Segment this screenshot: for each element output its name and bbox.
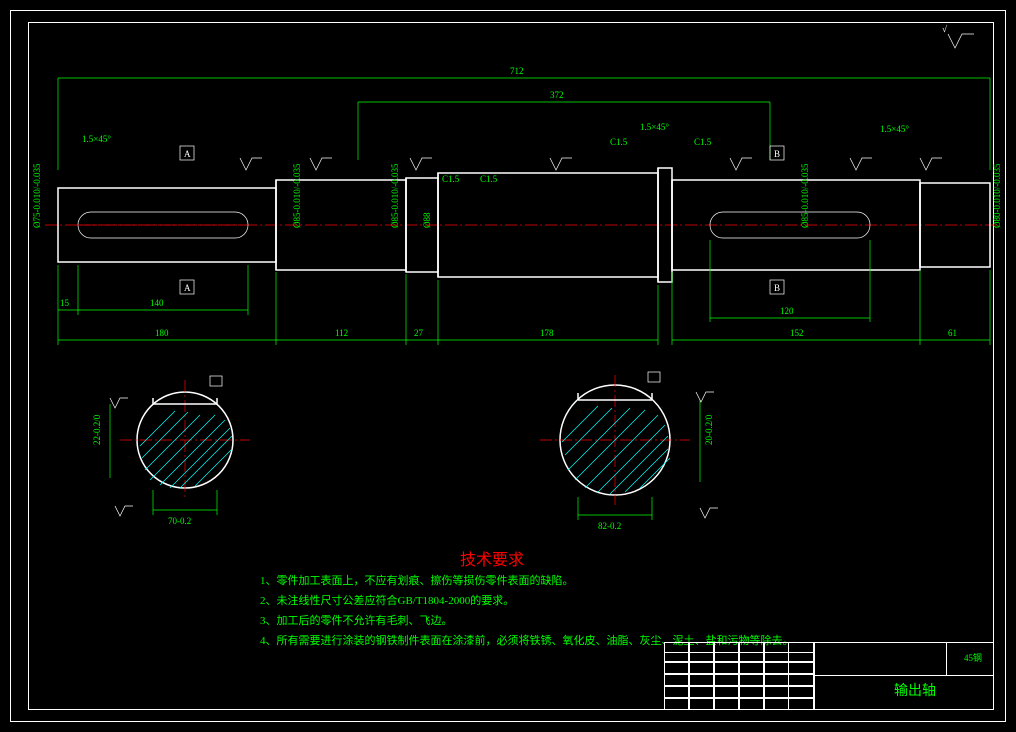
dia-d1: Ø75-0.010/-0.035 <box>32 163 42 228</box>
dim-overall: 712 <box>58 66 990 170</box>
svg-text:152: 152 <box>790 328 804 338</box>
svg-text:A: A <box>184 149 191 159</box>
svg-text:180: 180 <box>155 328 169 338</box>
bottom-dims: 180 140 15 112 27 178 152 120 61 <box>58 240 990 345</box>
datum-a: A A <box>180 146 194 294</box>
surface-marks-top <box>240 158 942 170</box>
tech-req-3: 3、加工后的零件不允许有毛刺、飞边。 <box>260 612 453 628</box>
svg-text:61: 61 <box>948 328 957 338</box>
svg-text:√: √ <box>942 24 947 34</box>
section-a: 70-0.2 22-0.2/0 <box>92 376 250 526</box>
c15-2: C1.5 <box>480 174 498 184</box>
dia-d6: Ø80-0.010/-0.035 <box>992 163 1002 228</box>
dia-d3: Ø85-0.010/-0.035 <box>390 163 400 228</box>
cad-canvas: 712 372 1.5×45° 1.5×45° 1.5×45° C1.5 C1.… <box>0 0 1016 732</box>
svg-text:B: B <box>774 283 780 293</box>
part-name: 输出轴 <box>894 680 936 700</box>
tech-req-title: 技术要求 <box>460 546 524 570</box>
corner-surface-mark: √ <box>942 24 974 48</box>
chamfer-left: 1.5×45° <box>82 134 111 144</box>
material-label: 45钢 <box>964 651 982 664</box>
tech-req-2: 2、未注线性尺寸公差应符合GB/T1804-2000的要求。 <box>260 592 514 608</box>
c15-1: C1.5 <box>442 174 460 184</box>
dia-d2: Ø85-0.010/-0.035 <box>292 163 302 228</box>
svg-text:178: 178 <box>540 328 554 338</box>
tech-req-1: 1、零件加工表面上，不应有划痕、擦伤等损伤零件表面的缺陷。 <box>260 572 574 588</box>
dia-d5: Ø85-0.010/-0.035 <box>800 163 810 228</box>
svg-text:140: 140 <box>150 298 164 308</box>
svg-text:82-0.2: 82-0.2 <box>598 521 621 531</box>
section-b: 82-0.2 20-0.2/0 <box>540 372 718 531</box>
dia-d4: Ø88 <box>422 212 432 228</box>
svg-text:372: 372 <box>550 90 564 100</box>
chamfer-mid: 1.5×45° <box>640 122 669 132</box>
c15-4: C1.5 <box>694 137 712 147</box>
svg-text:15: 15 <box>60 298 70 308</box>
svg-text:70-0.2: 70-0.2 <box>168 516 191 526</box>
svg-text:20-0.2/0: 20-0.2/0 <box>704 414 714 445</box>
svg-text:712: 712 <box>510 66 524 76</box>
svg-text:120: 120 <box>780 306 794 316</box>
c15-3: C1.5 <box>610 137 628 147</box>
svg-text:22-0.2/0: 22-0.2/0 <box>92 414 102 445</box>
svg-text:B: B <box>774 149 780 159</box>
dim-mid: 372 <box>358 90 770 160</box>
svg-text:112: 112 <box>335 328 348 338</box>
shaft-outline <box>45 168 1000 282</box>
chamfer-right: 1.5×45° <box>880 124 909 134</box>
svg-text:A: A <box>184 283 191 293</box>
datum-b: B B <box>770 146 784 294</box>
svg-text:27: 27 <box>414 328 424 338</box>
